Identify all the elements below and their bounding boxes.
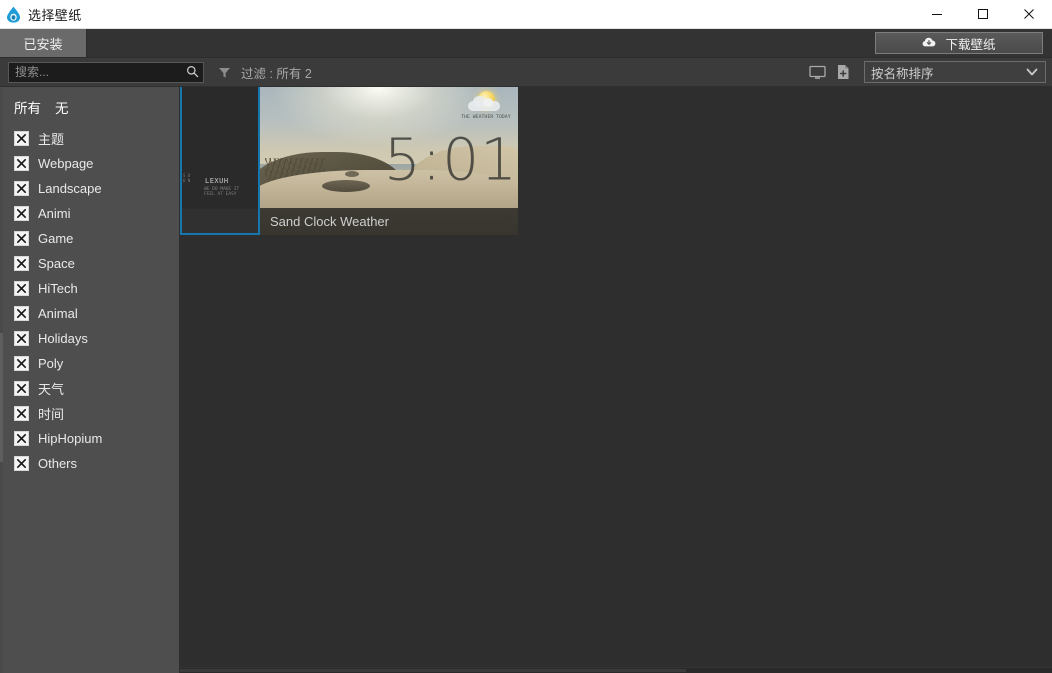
checkbox-icon[interactable] — [14, 156, 29, 171]
weather-widget: THE WEATHER TODAY — [460, 89, 512, 121]
sidebar-scrollbar-thumb[interactable] — [0, 333, 3, 463]
checkbox-icon[interactable] — [14, 256, 29, 271]
category-item-webpage[interactable]: Webpage — [14, 151, 179, 176]
select-links: 所有 无 — [0, 95, 179, 126]
wallpaper-chooser-window: 选择壁纸 已安装 下载壁纸 搜索... 过滤: 所有 2 按名称排序 所有 无… — [0, 0, 1052, 673]
clock-time: 5:01 — [383, 125, 518, 194]
main-body: 所有 无 主题 Webpage Landscape Animi Game Spa… — [0, 87, 1052, 673]
checkbox-icon[interactable] — [14, 181, 29, 196]
content-horizontal-scrollbar[interactable] — [180, 667, 1052, 673]
category-item-animal[interactable]: Animal — [14, 301, 179, 326]
category-label: Poly — [38, 356, 64, 371]
monitor-icon[interactable] — [804, 61, 830, 83]
search-icon[interactable] — [186, 65, 199, 81]
sidebar-scrollbar[interactable] — [0, 87, 3, 673]
category-label: Space — [38, 256, 75, 271]
checkbox-icon[interactable] — [14, 431, 29, 446]
wallpaper-caption-bar — [182, 209, 258, 233]
chevron-down-icon — [1026, 66, 1038, 80]
wallpaper-title: Sand Clock Weather — [260, 208, 518, 235]
window-controls — [914, 0, 1052, 28]
preview-sub-text: WE DO MAKE IT FEEL AT EASY — [204, 187, 240, 197]
funnel-icon[interactable] — [218, 66, 231, 79]
filter-status-label: 过滤 : 所有 2 — [241, 66, 312, 81]
download-wallpaper-label: 下载壁纸 — [945, 37, 996, 52]
wallpaper-grid-area: S OU N LEXUH WE DO MAKE ITFEEL AT EASY — [180, 87, 1052, 673]
category-item-animi[interactable]: Animi — [14, 201, 179, 226]
checkbox-icon[interactable] — [14, 131, 29, 146]
dark-preview-art: S OU N LEXUH WE DO MAKE IT FEEL AT EASY — [182, 87, 258, 209]
category-item-holidays[interactable]: Holidays — [14, 326, 179, 351]
category-item-poly[interactable]: Poly — [14, 351, 179, 376]
cloud-download-icon — [922, 36, 937, 51]
select-none-link[interactable]: 无 — [55, 97, 69, 117]
content-scrollbar-thumb[interactable] — [180, 669, 686, 672]
category-label: 天气 — [38, 382, 65, 397]
water-drop-icon — [0, 0, 26, 28]
category-item-game[interactable]: Game — [14, 226, 179, 251]
title-bar: 选择壁纸 — [0, 0, 1052, 29]
tab-strip: 已安装 下载壁纸 — [0, 29, 1052, 58]
category-label: Animi — [38, 206, 71, 221]
category-label: HiTech — [38, 281, 78, 296]
category-item-hiphopium[interactable]: HipHopium — [14, 426, 179, 451]
preview-main-text: LEXUH — [205, 177, 229, 185]
select-all-link[interactable]: 所有 — [14, 97, 41, 117]
maximize-button[interactable] — [960, 0, 1006, 28]
toolbar: 过滤 : 所有 2 按名称排序 — [0, 58, 1052, 87]
category-item-zhuti[interactable]: 主题 — [14, 126, 179, 151]
checkbox-icon[interactable] — [14, 356, 29, 371]
checkbox-icon[interactable] — [14, 281, 29, 296]
category-label: Holidays — [38, 331, 88, 346]
checkbox-icon[interactable] — [14, 381, 29, 396]
wallpaper-card-selected[interactable]: S OU N LEXUH WE DO MAKE IT FEEL AT EASY — [180, 87, 260, 235]
category-label: 时间 — [38, 407, 65, 422]
file-add-icon[interactable] — [830, 61, 856, 83]
cloud-shape — [468, 96, 500, 111]
category-item-hitech[interactable]: HiTech — [14, 276, 179, 301]
weather-caption: THE WEATHER TODAY — [461, 115, 511, 120]
close-button[interactable] — [1006, 0, 1052, 28]
category-label: 主题 — [38, 132, 65, 147]
category-item-tianqi[interactable]: 天气 — [14, 376, 179, 401]
category-item-space[interactable]: Space — [14, 251, 179, 276]
sort-dropdown[interactable]: 按名称排序 — [864, 61, 1046, 83]
category-item-shijian[interactable]: 时间 — [14, 401, 179, 426]
category-item-others[interactable]: Others — [14, 451, 179, 476]
tabstrip-filler — [87, 29, 875, 57]
category-sidebar: 所有 无 主题 Webpage Landscape Animi Game Spa… — [0, 87, 180, 673]
sun-behind-cloud-icon — [460, 89, 512, 115]
checkbox-icon[interactable] — [14, 406, 29, 421]
category-list: 主题 Webpage Landscape Animi Game Space Hi… — [0, 126, 179, 476]
search-box[interactable] — [8, 61, 204, 83]
wallpaper-card-sand-clock-weather[interactable]: 5:01PM THE WEATHER TODAY Sand Clock Weat… — [260, 87, 518, 235]
checkbox-icon[interactable] — [14, 306, 29, 321]
preview-side-text: S OU N — [183, 173, 191, 183]
checkbox-icon[interactable] — [14, 231, 29, 246]
category-label: HipHopium — [38, 431, 103, 446]
clock-overlay: 5:01PM — [384, 127, 518, 188]
tab-installed[interactable]: 已安装 — [0, 29, 87, 57]
wallpaper-preview-dark: S OU N LEXUH WE DO MAKE IT FEEL AT EASY — [182, 87, 258, 233]
checkbox-icon[interactable] — [14, 456, 29, 471]
search-input[interactable] — [9, 63, 203, 81]
wallpaper-grid: S OU N LEXUH WE DO MAKE ITFEEL AT EASY — [180, 87, 1052, 235]
category-label: Landscape — [38, 181, 102, 196]
category-label: Game — [38, 231, 74, 246]
category-item-landscape[interactable]: Landscape — [14, 176, 179, 201]
category-label: Animal — [38, 306, 78, 321]
sort-dropdown-value: 按名称排序 — [871, 66, 934, 81]
checkbox-icon[interactable] — [14, 331, 29, 346]
window-title: 选择壁纸 — [28, 7, 82, 23]
category-label: Webpage — [38, 156, 94, 171]
category-label: Others — [38, 456, 78, 471]
minimize-button[interactable] — [914, 0, 960, 28]
download-wallpaper-button[interactable]: 下载壁纸 — [875, 32, 1043, 54]
checkbox-icon[interactable] — [14, 206, 29, 221]
